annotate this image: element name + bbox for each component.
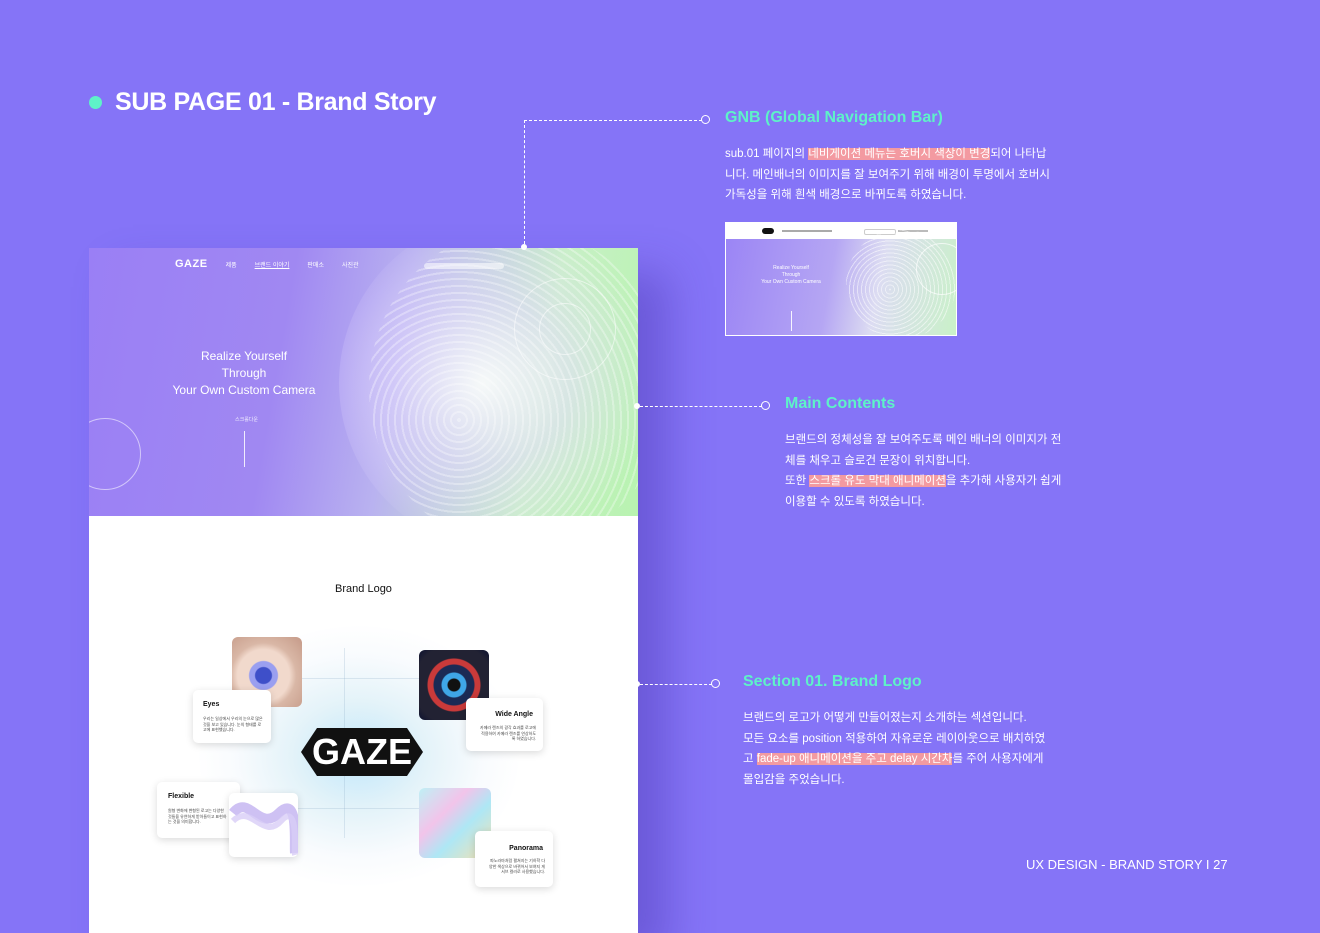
wide-angle-card-title: Wide Angle xyxy=(495,711,533,718)
slogan-line-2: Through xyxy=(221,366,267,380)
slogan-line-3: Your Own Custom Camera xyxy=(172,383,316,397)
wide-angle-card-text: 카메라 렌즈의 광각 효과를 로고에 적용하여 카메라 렌즈를 연상하도록 하였… xyxy=(480,725,536,741)
gnb-callout-line-2: 니다. 메인배너의 이미지를 잘 보여주기 위해 배경이 투명에서 호버시 xyxy=(725,168,1050,181)
gnb-search-input[interactable] xyxy=(424,263,504,269)
gnb-connector-vertical xyxy=(524,120,525,244)
main-callout-line-4: 이용할 수 있도록 하였습니다. xyxy=(785,495,925,508)
thumb-scroll-bar xyxy=(791,311,792,331)
thumb-menu xyxy=(782,230,832,232)
gnb-callout-line-1: sub.01 페이지의 네비게이션 메뉴는 호버시 색상이 변경되어 나타납 xyxy=(725,148,1047,160)
gnb-callout-dot xyxy=(701,115,710,124)
eyes-card-title: Eyes xyxy=(203,701,220,708)
eyes-card: Eyes 우리는 일상에서 우리의 눈으로 많은 것을 보고 있습니다. 눈의 … xyxy=(193,690,271,743)
thumb-hero: Realize Yourself Through Your Own Custom… xyxy=(726,229,956,335)
gnb-callout-body: sub.01 페이지의 네비게이션 메뉴는 호버시 색상이 변경되어 나타납 니… xyxy=(725,144,1075,206)
hero-slogan: Realize Yourself Through Your Own Custom… xyxy=(149,348,339,399)
hero-lens-ring-left xyxy=(89,418,141,490)
page-footer: UX DESIGN - BRAND STORY I 27 xyxy=(1026,857,1228,872)
flexible-ribbon-image xyxy=(229,793,300,857)
section-callout-line-4: 몰입감을 주었습니다. xyxy=(743,773,845,786)
page-title: SUB PAGE 01 - Brand Story xyxy=(115,88,437,116)
gnb: GAZE 제품 브랜드 이야기 판매소 사진관 xyxy=(175,258,359,270)
flexible-card-text: 원형 변화에 변형된 로고는 다양한 것들을 유연하게 받아들이고 표현하는 것… xyxy=(168,808,227,824)
section-callout-line-1: 브랜드의 로고가 어떻게 만들어졌는지 소개하는 섹션입니다. xyxy=(743,712,1027,724)
hero-dot-pattern xyxy=(369,248,638,516)
gaze-logo: GAZE xyxy=(301,728,423,776)
section-callout-line-3: 고 fade-up 애니메이션을 주고 delay 시간차를 주어 사용자에게 xyxy=(743,753,1044,765)
main-callout-body: 브랜드의 정체성을 잘 보여주도록 메인 배너의 이미지가 전 체를 채우고 슬… xyxy=(785,430,1105,512)
section-callout-dot xyxy=(711,679,720,688)
main-connector xyxy=(640,406,762,407)
brand-logo-title: Brand Logo xyxy=(335,583,392,595)
section-connector xyxy=(640,684,712,685)
flexible-card-title: Flexible xyxy=(168,793,195,800)
main-callout-title: Main Contents xyxy=(785,395,896,412)
hero-lens-ring-inner xyxy=(539,303,591,355)
wide-angle-card: Wide Angle 카메라 렌즈의 광각 효과를 로고에 적용하여 카메라 렌… xyxy=(466,698,543,751)
main-callout-line-3: 또한 스크롤 유도 막대 애니메이션을 추가해 사용자가 쉽게 xyxy=(785,475,1062,487)
gnb-hover-thumbnail: Realize Yourself Through Your Own Custom… xyxy=(725,222,957,336)
gnb-item-products[interactable]: 제품 xyxy=(226,260,237,269)
title-bullet xyxy=(89,96,102,109)
gnb-callout-title: GNB (Global Navigation Bar) xyxy=(725,109,943,126)
section-callout-body: 브랜드의 로고가 어떻게 만들어졌는지 소개하는 섹션입니다. 모든 요소를 p… xyxy=(743,708,1073,790)
ribbon-shape-icon xyxy=(229,802,300,856)
main-callout-line-2: 체를 채우고 슬로건 문장이 위치합니다. xyxy=(785,454,971,467)
hero-banner: GAZE 제품 브랜드 이야기 판매소 사진관 Realize Yourself… xyxy=(89,248,638,516)
gnb-callout-line-3: 가독성을 위해 흰색 배경으로 바뀌도록 하였습니다. xyxy=(725,189,967,201)
gnb-connector-horizontal xyxy=(524,120,702,121)
flexible-card: Flexible 원형 변화에 변형된 로고는 다양한 것들을 유연하게 받아들… xyxy=(157,782,240,838)
gnb-anchor-dot xyxy=(521,244,527,250)
panorama-card-text: 파노라마처럼 펼쳐지는 기하학 다양한 색상으로 바뀌어서 보여지 게 서브 컬… xyxy=(489,858,545,874)
scroll-down-label: 스크롤다운 xyxy=(235,417,259,423)
panorama-card-title: Panorama xyxy=(509,845,543,852)
section-callout-line-2: 모든 요소를 position 적용하여 자유로운 레이아웃으로 배치하였 xyxy=(743,732,1046,745)
thumb-slogan: Realize Yourself Through Your Own Custom… xyxy=(761,265,821,285)
slogan-line-1: Realize Yourself xyxy=(200,349,288,363)
main-callout-dot xyxy=(761,401,770,410)
eyes-card-text: 우리는 일상에서 우리의 눈으로 많은 것을 보고 있습니다. 눈의 형태를 로… xyxy=(203,716,263,732)
scroll-indicator-bar[interactable] xyxy=(244,431,245,467)
gnb-logo[interactable]: GAZE xyxy=(175,258,208,270)
section-callout-title: Section 01. Brand Logo xyxy=(743,673,922,690)
main-callout-line-1: 브랜드의 정체성을 잘 보여주도록 메인 배너의 이미지가 전 xyxy=(785,434,1062,446)
gnb-item-studio[interactable]: 사진관 xyxy=(342,260,359,269)
gnb-item-stores[interactable]: 판매소 xyxy=(307,260,324,269)
website-mockup: GAZE 제품 브랜드 이야기 판매소 사진관 Realize Yourself… xyxy=(89,248,638,933)
gaze-logo-text: GAZE xyxy=(312,731,412,772)
thumb-logo xyxy=(762,228,774,234)
panorama-card: Panorama 파노라마처럼 펼쳐지는 기하학 다양한 색상으로 바뀌어서 보… xyxy=(475,831,553,887)
gnb-item-brand-story[interactable]: 브랜드 이야기 xyxy=(255,260,290,269)
